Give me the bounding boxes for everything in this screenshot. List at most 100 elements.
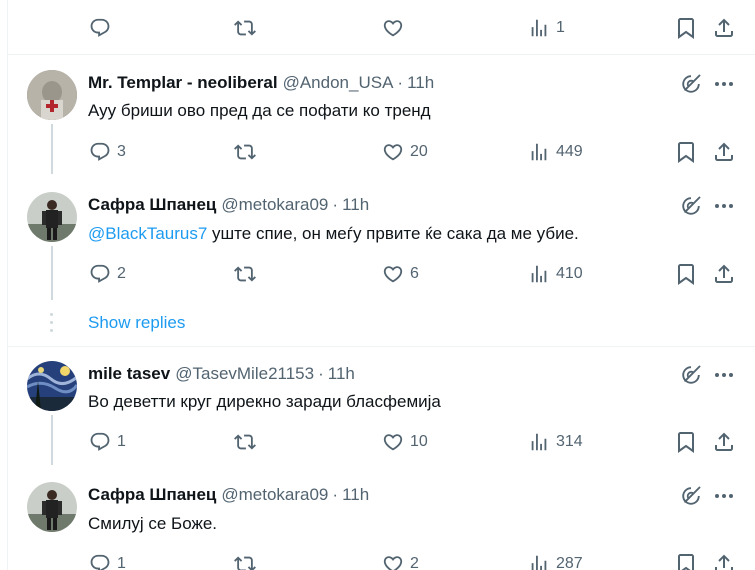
user-handle[interactable]: @metokara09 xyxy=(221,195,328,215)
tweet-text-body: уште спие, он меѓу првите ќе сака да ме … xyxy=(207,224,579,243)
reply-button[interactable]: 2 xyxy=(89,262,126,286)
reply-button[interactable] xyxy=(89,16,111,40)
like-count: 2 xyxy=(410,555,419,570)
reply-button[interactable]: 1 xyxy=(89,552,126,570)
grok-icon xyxy=(679,484,703,508)
share-icon xyxy=(712,16,736,40)
more-button[interactable] xyxy=(712,72,736,96)
tweet-divider xyxy=(7,54,755,55)
like-button[interactable]: 10 xyxy=(382,430,428,454)
share-button[interactable] xyxy=(712,430,736,454)
bookmark-button[interactable] xyxy=(674,552,698,570)
share-button[interactable] xyxy=(712,16,736,40)
bookmark-button[interactable] xyxy=(674,430,698,454)
show-replies-link[interactable]: Show replies xyxy=(88,313,185,333)
avatar[interactable] xyxy=(27,192,77,242)
bookmark-icon xyxy=(674,16,698,40)
share-button[interactable] xyxy=(712,552,736,570)
views-button[interactable]: 1 xyxy=(528,16,565,40)
avatar[interactable] xyxy=(27,482,77,532)
thread-dots xyxy=(50,313,53,337)
views-count: 449 xyxy=(556,143,583,160)
reply-count: 2 xyxy=(117,265,126,282)
separator-dot: · xyxy=(397,73,404,92)
bookmark-button[interactable] xyxy=(674,140,698,164)
grok-button[interactable] xyxy=(679,194,703,218)
more-icon xyxy=(712,484,736,508)
avatar[interactable] xyxy=(27,70,77,120)
tweet-divider xyxy=(7,346,755,347)
views-button[interactable]: 449 xyxy=(528,140,583,164)
views-icon xyxy=(528,17,550,39)
views-icon xyxy=(528,263,550,285)
share-icon xyxy=(712,430,736,454)
like-button[interactable] xyxy=(382,16,404,40)
user-handle[interactable]: @Andon_USA xyxy=(283,73,394,93)
retweet-button[interactable] xyxy=(234,262,256,286)
reply-icon xyxy=(89,263,111,285)
retweet-icon xyxy=(234,17,256,39)
views-count: 314 xyxy=(556,433,583,450)
share-icon xyxy=(712,262,736,286)
reply-icon xyxy=(89,17,111,39)
share-button[interactable] xyxy=(712,140,736,164)
more-button[interactable] xyxy=(712,194,736,218)
views-button[interactable]: 314 xyxy=(528,430,583,454)
bookmark-icon xyxy=(674,262,698,286)
user-mention-link[interactable]: @BlackTaurus7 xyxy=(88,224,207,243)
reply-icon xyxy=(89,553,111,570)
grok-icon xyxy=(679,194,703,218)
share-button[interactable] xyxy=(712,262,736,286)
like-count: 20 xyxy=(410,143,428,160)
display-name[interactable]: Сафра Шпанец xyxy=(88,485,216,505)
tweet-text: Во деветти круг дирекно заради бласфемиј… xyxy=(88,392,441,411)
timestamp[interactable]: 11h xyxy=(342,485,369,505)
bookmark-button[interactable] xyxy=(674,16,698,40)
separator-dot: · xyxy=(332,485,339,504)
reply-button[interactable]: 3 xyxy=(89,140,126,164)
tweet-text: Ауу бриши ово пред да се пофати ко тренд xyxy=(88,101,431,120)
user-handle[interactable]: @TasevMile21153 xyxy=(175,364,314,384)
grok-icon xyxy=(679,363,703,387)
display-name[interactable]: Сафра Шпанец xyxy=(88,195,216,215)
views-icon xyxy=(528,553,550,570)
timestamp[interactable]: 11h xyxy=(407,73,434,93)
retweet-button[interactable] xyxy=(234,140,256,164)
like-count: 10 xyxy=(410,433,428,450)
views-button[interactable]: 287 xyxy=(528,552,583,570)
display-name[interactable]: Mr. Templar - neoliberal xyxy=(88,73,278,93)
views-icon xyxy=(528,431,550,453)
thread-line xyxy=(51,415,53,465)
bookmark-icon xyxy=(674,140,698,164)
grok-button[interactable] xyxy=(679,363,703,387)
bookmark-icon xyxy=(674,552,698,570)
retweet-button[interactable] xyxy=(234,16,256,40)
timestamp[interactable]: 11h xyxy=(328,364,355,384)
avatar[interactable] xyxy=(27,361,77,411)
retweet-button[interactable] xyxy=(234,552,256,570)
user-handle[interactable]: @metokara09 xyxy=(221,485,328,505)
grok-icon xyxy=(679,72,703,96)
views-button[interactable]: 410 xyxy=(528,262,583,286)
like-button[interactable]: 20 xyxy=(382,140,428,164)
tweet-text: Смилуј се Боже. xyxy=(88,514,218,533)
separator-dot: · xyxy=(332,195,339,214)
grok-button[interactable] xyxy=(679,72,703,96)
like-button[interactable]: 6 xyxy=(382,262,419,286)
share-icon xyxy=(712,140,736,164)
views-count: 287 xyxy=(556,555,583,570)
reply-button[interactable]: 1 xyxy=(89,430,126,454)
retweet-icon xyxy=(234,553,256,570)
more-button[interactable] xyxy=(712,363,736,387)
retweet-button[interactable] xyxy=(234,430,256,454)
grok-button[interactable] xyxy=(679,484,703,508)
display-name[interactable]: mile tasev xyxy=(88,364,170,384)
reply-count: 1 xyxy=(117,555,126,570)
bookmark-button[interactable] xyxy=(674,262,698,286)
views-count: 1 xyxy=(556,19,565,36)
more-button[interactable] xyxy=(712,484,736,508)
like-button[interactable]: 2 xyxy=(382,552,419,570)
like-icon xyxy=(382,263,404,285)
timestamp[interactable]: 11h xyxy=(342,195,369,215)
like-count: 6 xyxy=(410,265,419,282)
